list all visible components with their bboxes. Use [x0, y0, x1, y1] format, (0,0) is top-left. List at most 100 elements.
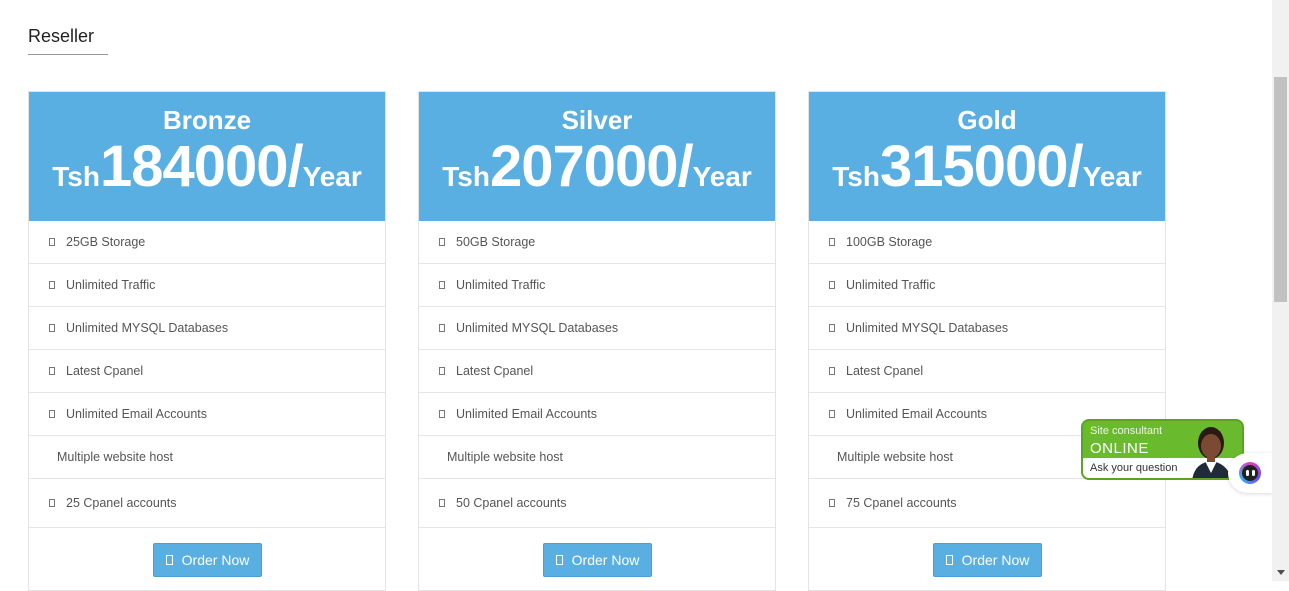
feature-label: Latest Cpanel — [66, 364, 144, 378]
plan-price: Tsh207000/Year — [419, 137, 775, 212]
feature-item: 100GB Storage — [809, 221, 1165, 264]
feature-label: Multiple website host — [837, 450, 954, 464]
feature-label: Unlimited MYSQL Databases — [456, 321, 619, 335]
check-icon — [829, 324, 835, 332]
price-period: Year — [302, 161, 362, 192]
cart-icon — [165, 555, 173, 565]
price-amount: 207000/ — [489, 134, 694, 199]
check-icon — [829, 238, 835, 246]
check-icon — [49, 499, 55, 507]
feature-label: 50GB Storage — [456, 235, 536, 249]
check-icon — [49, 410, 55, 418]
order-now-label: Order Now — [181, 552, 250, 568]
check-icon — [49, 238, 55, 246]
scrollbar-thumb[interactable] — [1274, 77, 1287, 302]
price-amount: 184000/ — [99, 134, 304, 199]
plan-header: Bronze Tsh184000/Year — [29, 92, 385, 221]
consultant-status: ONLINE — [1090, 440, 1149, 457]
feature-item: Unlimited Traffic — [29, 264, 385, 307]
cart-icon — [945, 555, 953, 565]
check-icon — [829, 281, 835, 289]
order-now-button[interactable]: Order Now — [543, 543, 652, 577]
feature-item: Unlimited MYSQL Databases — [419, 307, 775, 350]
feature-item: Unlimited Traffic — [809, 264, 1165, 307]
consultant-cta: Ask your question — [1090, 462, 1178, 474]
feature-label: Latest Cpanel — [456, 364, 534, 378]
plan-card-gold: Gold Tsh315000/Year 100GB Storage Unlimi… — [808, 91, 1166, 591]
plan-card-bronze: Bronze Tsh184000/Year 25GB Storage Unlim… — [28, 91, 386, 591]
feature-item: Unlimited MYSQL Databases — [29, 307, 385, 350]
check-icon — [439, 367, 445, 375]
check-icon — [829, 367, 835, 375]
plan-header: Silver Tsh207000/Year — [419, 92, 775, 221]
feature-label: 75 Cpanel accounts — [846, 496, 957, 510]
chat-launcher-button[interactable] — [1228, 453, 1272, 493]
feature-list: 100GB Storage Unlimited Traffic Unlimite… — [809, 221, 1165, 528]
feature-list: 50GB Storage Unlimited Traffic Unlimited… — [419, 221, 775, 528]
feature-label: 25GB Storage — [66, 235, 146, 249]
section-title-underline — [28, 54, 108, 55]
feature-label: Unlimited Email Accounts — [846, 407, 988, 421]
order-now-button[interactable]: Order Now — [933, 543, 1042, 577]
feature-label: Unlimited Traffic — [456, 278, 546, 292]
feature-item: Unlimited Email Accounts — [419, 393, 775, 436]
check-icon — [439, 324, 445, 332]
check-icon — [439, 238, 445, 246]
order-now-label: Order Now — [961, 552, 1030, 568]
price-amount: 315000/ — [879, 134, 1084, 199]
feature-label: 25 Cpanel accounts — [66, 496, 177, 510]
plan-name: Silver — [561, 105, 633, 135]
feature-item: Multiple website host — [419, 436, 775, 479]
feature-label: Unlimited Traffic — [846, 278, 936, 292]
feature-label: Multiple website host — [57, 450, 174, 464]
check-icon — [829, 499, 835, 507]
feature-label: 50 Cpanel accounts — [456, 496, 567, 510]
check-icon — [439, 410, 445, 418]
feature-label: Unlimited Email Accounts — [456, 407, 598, 421]
page-scrollbar[interactable] — [1272, 0, 1289, 581]
plan-price: Tsh184000/Year — [29, 137, 385, 212]
feature-item: Latest Cpanel — [419, 350, 775, 393]
feature-label: Unlimited MYSQL Databases — [66, 321, 229, 335]
plan-price: Tsh315000/Year — [809, 137, 1165, 212]
cart-icon — [555, 555, 563, 565]
order-now-label: Order Now — [571, 552, 640, 568]
feature-label: Unlimited Email Accounts — [66, 407, 208, 421]
plan-name: Gold — [957, 105, 1017, 135]
feature-label: 100GB Storage — [846, 235, 933, 249]
check-icon — [829, 410, 835, 418]
feature-item: 50GB Storage — [419, 221, 775, 264]
plan-card-silver: Silver Tsh207000/Year 50GB Storage Unlim… — [418, 91, 776, 591]
price-currency: Tsh — [832, 161, 880, 192]
feature-item: 25GB Storage — [29, 221, 385, 264]
check-icon — [439, 499, 445, 507]
feature-item: Multiple website host — [29, 436, 385, 479]
price-currency: Tsh — [52, 161, 100, 192]
section-title: Reseller — [28, 26, 95, 46]
feature-item: Unlimited MYSQL Databases — [809, 307, 1165, 350]
order-now-button[interactable]: Order Now — [153, 543, 262, 577]
site-consultant-widget[interactable]: Site consultant ONLINE Ask your question — [1081, 419, 1244, 480]
feature-label: Unlimited MYSQL Databases — [846, 321, 1009, 335]
check-icon — [49, 281, 55, 289]
plan-name: Bronze — [162, 105, 252, 135]
feature-item: Unlimited Traffic — [419, 264, 775, 307]
feature-item: 25 Cpanel accounts — [29, 479, 385, 528]
check-icon — [49, 367, 55, 375]
consultant-title: Site consultant — [1090, 425, 1163, 437]
scroll-down-arrow-icon[interactable] — [1277, 570, 1285, 575]
check-icon — [439, 281, 445, 289]
price-currency: Tsh — [442, 161, 490, 192]
price-period: Year — [692, 161, 752, 192]
feature-item: Unlimited Email Accounts — [29, 393, 385, 436]
feature-item: 75 Cpanel accounts — [809, 479, 1165, 528]
feature-item: 50 Cpanel accounts — [419, 479, 775, 528]
feature-label: Latest Cpanel — [846, 364, 924, 378]
feature-label: Unlimited Traffic — [66, 278, 156, 292]
price-period: Year — [1082, 161, 1142, 192]
feature-item: Latest Cpanel — [29, 350, 385, 393]
feature-item: Latest Cpanel — [809, 350, 1165, 393]
plan-header: Gold Tsh315000/Year — [809, 92, 1165, 221]
check-icon — [49, 324, 55, 332]
feature-label: Multiple website host — [447, 450, 564, 464]
